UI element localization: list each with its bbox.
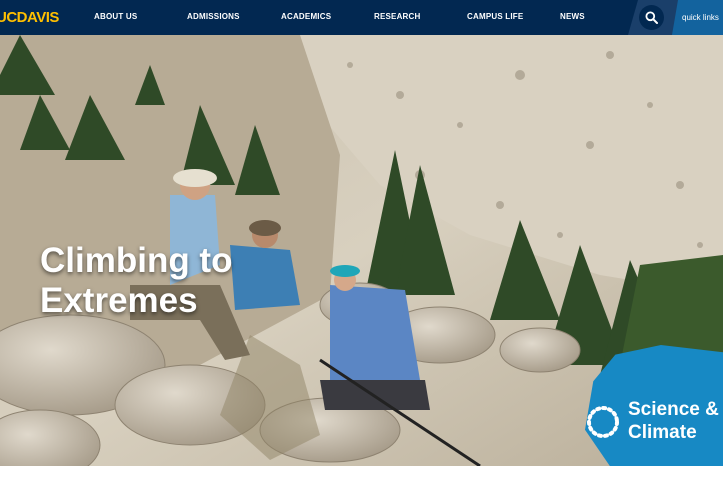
search-button[interactable]	[639, 5, 664, 30]
ucdavis-logo[interactable]: UCDAVIS	[0, 9, 59, 26]
top-navigation-bar: UCDAVIS ABOUT US ADMISSIONS ACADEMICS RE…	[0, 0, 723, 35]
nav-admissions[interactable]: ADMISSIONS	[187, 12, 240, 22]
hero-title-line1: Climbing to	[40, 241, 233, 280]
nav-academics[interactable]: ACADEMICS	[281, 12, 331, 22]
badge-label-line2: Climate	[628, 422, 697, 443]
quick-links-label: quick links	[682, 13, 719, 22]
nav-about-us[interactable]: ABOUT US	[94, 12, 137, 22]
hero-title-line2: Extremes	[40, 281, 198, 320]
badge-label-line1: Science &	[628, 399, 719, 420]
hero-title[interactable]: Climbing to Extremes	[40, 241, 232, 321]
nav-research[interactable]: RESEARCH	[374, 12, 421, 22]
search-icon	[645, 11, 658, 24]
nav-campus-life[interactable]: CAMPUS LIFE	[467, 12, 523, 22]
quick-links-button[interactable]: quick links	[672, 0, 723, 35]
dotted-circle-icon	[587, 406, 619, 438]
nav-news[interactable]: NEWS	[560, 12, 585, 22]
